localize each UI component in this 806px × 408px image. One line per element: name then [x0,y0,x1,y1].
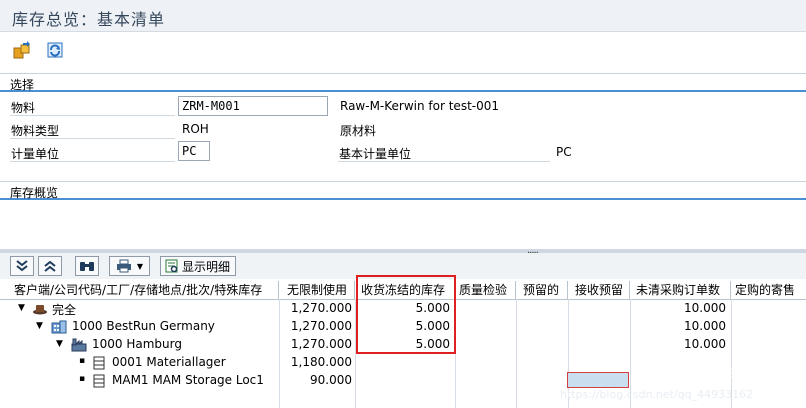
row-label: 完全 [52,303,77,317]
details-icon [165,259,178,273]
uom-label: 计量单位 [11,147,60,161]
refresh-icon[interactable] [44,39,66,61]
base-uom-label: 基本计量单位 [339,147,412,161]
material-type-value: ROH [182,122,209,136]
material-type-label: 物料类型 [11,124,60,138]
show-details-label: 显示明细 [182,259,231,274]
selection-title: 选择 [10,78,35,92]
column-header-unrestricted[interactable]: 无限制使用 [279,281,355,299]
row-label: MAM1 MAM Storage Loc1 [112,373,264,387]
overview-top-divider [0,181,806,182]
material-input[interactable]: ZRM-M001 [178,96,328,116]
collapse-all-button[interactable] [38,256,62,276]
column-header-hierarchy[interactable]: 客户端/公司代码/工厂/存储地点/批次/特殊库存 [10,281,279,299]
expand-toggle-icon[interactable]: ▼ [56,339,63,349]
selected-cell[interactable] [567,372,629,388]
column-header-quality[interactable]: 质量检验 [455,281,516,299]
company-icon [51,320,67,334]
material-label: 物料 [11,101,36,115]
base-uom-label-box: 基本计量单位 [338,142,550,162]
column-header-receipt-reserved[interactable]: 接收预留 [568,281,630,299]
storage-location-icon [93,374,105,388]
material-label-box: 物料 [10,96,175,116]
storage-location-icon [93,356,105,370]
material-type-description: 原材料 [340,124,377,138]
unrestricted-value: 90.000 [310,373,352,387]
printer-icon [116,259,131,273]
wechat-icon [632,362,652,382]
selection-top-divider [0,73,806,74]
watermark-url: https://blog.csdn.net/qq_44933162 [560,388,754,401]
print-button[interactable]: ▼ [109,256,150,276]
window-title: 库存总览：基本清单 [12,10,166,29]
plant-icon [71,338,87,352]
overview-header: 库存概览 [0,184,806,200]
unrestricted-value: 1,270.000 [290,301,352,315]
row-label: 0001 Materiallager [112,355,226,369]
app-toolbar [0,33,806,67]
material-type-label-box: 物料类型 [10,119,175,139]
unrestricted-value: 1,270.000 [290,319,352,333]
double-chevron-up-icon [44,260,56,272]
unrestricted-value: 1,270.000 [290,337,352,351]
unrestricted-value: 1,180.000 [290,355,352,369]
binoculars-icon [80,262,94,271]
row-label: 1000 BestRun Germany [72,319,215,333]
open-po-value: 10.000 [684,319,726,333]
find-button[interactable] [75,256,99,276]
uom-label-box: 计量单位 [10,142,175,162]
expand-toggle-icon[interactable]: ▼ [18,303,25,313]
transport-icon[interactable] [11,39,33,61]
open-po-value: 10.000 [684,337,726,351]
title-bar: 库存总览：基本清单 [0,0,806,32]
bullet-icon: ▪ [79,374,86,384]
column-header-consignment[interactable]: 定购的寄售 [731,281,806,299]
column-header-open-po[interactable]: 未清采购订单数 [630,281,731,299]
selection-header: 选择 [0,76,806,92]
expand-all-button[interactable] [10,256,34,276]
open-po-value: 10.000 [684,301,726,315]
show-details-button[interactable]: 显示明细 [160,256,236,276]
hat-icon [33,305,47,315]
column-header-reserved[interactable]: 预留的 [516,281,568,299]
overview-title: 库存概览 [10,186,59,200]
uom-input[interactable]: PC [178,141,210,161]
expand-toggle-icon[interactable]: ▼ [36,321,43,331]
highlight-box [356,275,456,354]
material-description: Raw-M-Kerwin for test-001 [340,99,500,113]
chevron-down-icon: ▼ [136,261,144,271]
row-label: 1000 Hamburg [92,337,182,351]
double-chevron-down-icon [16,260,28,272]
bullet-icon: ▪ [79,356,86,366]
watermark-brand: SAP知识分享 [660,367,744,383]
base-uom-value: PC [556,145,572,159]
